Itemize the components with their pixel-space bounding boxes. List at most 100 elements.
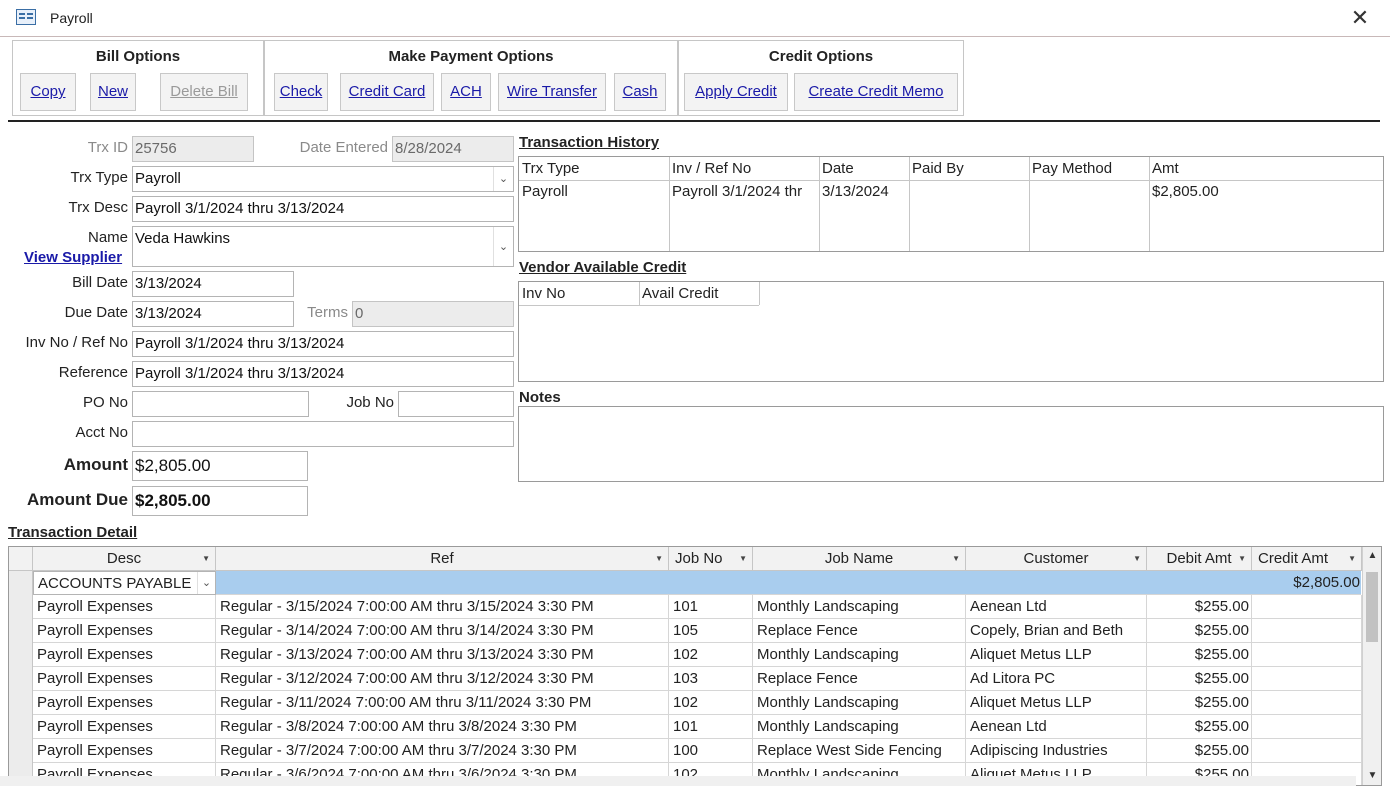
acct-no-input[interactable] (132, 421, 514, 447)
ref-cell[interactable]: Regular - 3/15/2024 7:00:00 AM thru 3/15… (216, 595, 669, 619)
sort-arrow-icon[interactable]: ▼ (1348, 547, 1356, 570)
credit-cell[interactable] (1252, 667, 1362, 691)
chevron-down-icon[interactable]: ⌄ (197, 572, 215, 594)
po-no-input[interactable] (132, 391, 309, 417)
row-selector[interactable] (9, 643, 33, 667)
sort-arrow-icon[interactable]: ▼ (952, 547, 960, 570)
row-selector[interactable] (9, 595, 33, 619)
ref-cell[interactable]: Regular - 3/14/2024 7:00:00 AM thru 3/14… (216, 619, 669, 643)
job-name-cell[interactable]: Monthly Landscaping (753, 691, 966, 715)
scroll-up-icon[interactable]: ▲ (1363, 547, 1381, 565)
create-credit-memo-button[interactable]: Create Credit Memo (794, 73, 958, 111)
name-select[interactable]: Veda Hawkins ⌄ (132, 226, 514, 267)
desc-cell[interactable]: Payroll Expenses (33, 691, 216, 715)
ref-cell[interactable]: Regular - 3/13/2024 7:00:00 AM thru 3/13… (216, 643, 669, 667)
chevron-down-icon[interactable]: ⌄ (493, 167, 513, 191)
history-cell[interactable]: $2,805.00 (1149, 183, 1299, 200)
table-row[interactable]: ACCOUNTS PAYABLE ⌄ $2,805.00 (9, 571, 1361, 595)
scroll-thumb[interactable] (1366, 572, 1378, 642)
history-cell[interactable]: Payroll 3/1/2024 thr (669, 183, 819, 200)
sort-arrow-icon[interactable]: ▼ (202, 547, 210, 570)
credit-cell[interactable] (1252, 691, 1362, 715)
table-row[interactable]: Payroll Expenses Regular - 3/11/2024 7:00… (9, 691, 1362, 715)
column-header-job-name[interactable]: Job Name ▼ (753, 547, 966, 571)
view-supplier-link[interactable]: View Supplier (24, 249, 122, 266)
bill-date-input[interactable]: 3/13/2024 (132, 271, 294, 297)
inv-no-input[interactable]: Payroll 3/1/2024 thru 3/13/2024 (132, 331, 514, 357)
table-row[interactable]: Payroll Expenses Regular - 3/15/2024 7:00… (9, 595, 1362, 619)
job-name-cell[interactable]: Monthly Landscaping (753, 643, 966, 667)
row-selector[interactable] (9, 619, 33, 643)
column-header-debit[interactable]: Debit Amt ▼ (1147, 547, 1252, 571)
job-name-cell[interactable]: Replace West Side Fencing (753, 739, 966, 763)
ref-cell[interactable]: Regular - 3/7/2024 7:00:00 AM thru 3/7/2… (216, 739, 669, 763)
job-no-cell[interactable]: 102 (669, 643, 753, 667)
horizontal-scrollbar[interactable] (0, 776, 1356, 786)
row-selector[interactable] (9, 715, 33, 739)
debit-cell[interactable]: $255.00 (1147, 691, 1252, 715)
desc-cell[interactable]: Payroll Expenses (33, 643, 216, 667)
credit-cell[interactable] (1252, 643, 1362, 667)
amount-input[interactable]: $2,805.00 (132, 451, 308, 481)
apply-credit-button[interactable]: Apply Credit (684, 73, 788, 111)
customer-cell[interactable]: Aliquet Metus LLP (966, 691, 1147, 715)
history-cell[interactable]: 3/13/2024 (819, 183, 909, 200)
reference-input[interactable]: Payroll 3/1/2024 thru 3/13/2024 (132, 361, 514, 387)
job-name-cell[interactable]: Monthly Landscaping (753, 715, 966, 739)
debit-cell[interactable]: $255.00 (1147, 595, 1252, 619)
customer-cell[interactable]: Adipiscing Industries (966, 739, 1147, 763)
credit-card-button[interactable]: Credit Card (340, 73, 434, 111)
desc-cell[interactable]: Payroll Expenses (33, 715, 216, 739)
job-no-input[interactable] (398, 391, 514, 417)
job-no-cell[interactable]: 102 (669, 691, 753, 715)
debit-cell[interactable]: $255.00 (1147, 643, 1252, 667)
vertical-scrollbar[interactable]: ▲ ▼ (1362, 547, 1381, 785)
row-selector[interactable] (9, 739, 33, 763)
sort-arrow-icon[interactable]: ▼ (739, 547, 747, 570)
customer-cell[interactable]: Aenean Ltd (966, 715, 1147, 739)
sort-arrow-icon[interactable]: ▼ (1238, 547, 1246, 570)
history-cell[interactable]: Payroll (519, 183, 669, 200)
ref-cell[interactable]: Regular - 3/12/2024 7:00:00 AM thru 3/12… (216, 667, 669, 691)
new-button[interactable]: New (90, 73, 136, 111)
credit-cell[interactable] (1252, 619, 1362, 643)
column-header-ref[interactable]: Ref ▼ (216, 547, 669, 571)
column-header-job-no[interactable]: Job No ▼ (669, 547, 753, 571)
job-no-cell[interactable]: 105 (669, 619, 753, 643)
table-row[interactable]: Payroll Expenses Regular - 3/8/2024 7:00:… (9, 715, 1362, 739)
job-no-cell[interactable]: 101 (669, 715, 753, 739)
due-date-input[interactable]: 3/13/2024 (132, 301, 294, 327)
column-header-customer[interactable]: Customer ▼ (966, 547, 1147, 571)
table-row[interactable]: Payroll Expenses Regular - 3/12/2024 7:00… (9, 667, 1362, 691)
debit-cell[interactable]: $255.00 (1147, 667, 1252, 691)
customer-cell[interactable]: Copely, Brian and Beth (966, 619, 1147, 643)
debit-cell[interactable]: $255.00 (1147, 619, 1252, 643)
credit-cell[interactable] (1252, 739, 1362, 763)
column-header-desc[interactable]: Desc ▼ (33, 547, 216, 571)
job-name-cell[interactable]: Replace Fence (753, 619, 966, 643)
wire-transfer-button[interactable]: Wire Transfer (498, 73, 606, 111)
ach-button[interactable]: ACH (441, 73, 491, 111)
close-icon[interactable]: ✕ (1346, 4, 1374, 32)
table-row[interactable]: Payroll Expenses Regular - 3/14/2024 7:00… (9, 619, 1362, 643)
table-row[interactable]: Payroll Expenses Regular - 3/13/2024 7:00… (9, 643, 1362, 667)
debit-cell[interactable]: $255.00 (1147, 739, 1252, 763)
ref-cell[interactable]: Regular - 3/11/2024 7:00:00 AM thru 3/11… (216, 691, 669, 715)
ref-cell[interactable]: Regular - 3/8/2024 7:00:00 AM thru 3/8/2… (216, 715, 669, 739)
scroll-down-icon[interactable]: ▼ (1363, 767, 1381, 785)
desc-cell[interactable]: Payroll Expenses (33, 595, 216, 619)
table-row[interactable]: Payroll Expenses Regular - 3/7/2024 7:00:… (9, 739, 1362, 763)
delete-bill-button[interactable]: Delete Bill (160, 73, 248, 111)
trx-type-select[interactable]: Payroll ⌄ (132, 166, 514, 192)
chevron-down-icon[interactable]: ⌄ (493, 227, 513, 266)
debit-cell[interactable]: $255.00 (1147, 715, 1252, 739)
check-button[interactable]: Check (274, 73, 328, 111)
notes-textarea[interactable] (518, 406, 1384, 482)
job-no-cell[interactable]: 101 (669, 595, 753, 619)
sort-arrow-icon[interactable]: ▼ (655, 547, 663, 570)
customer-cell[interactable]: Aliquet Metus LLP (966, 643, 1147, 667)
row-selector[interactable] (9, 571, 33, 595)
desc-cell[interactable]: Payroll Expenses (33, 739, 216, 763)
select-all-corner[interactable] (9, 547, 33, 571)
credit-cell[interactable] (1252, 715, 1362, 739)
